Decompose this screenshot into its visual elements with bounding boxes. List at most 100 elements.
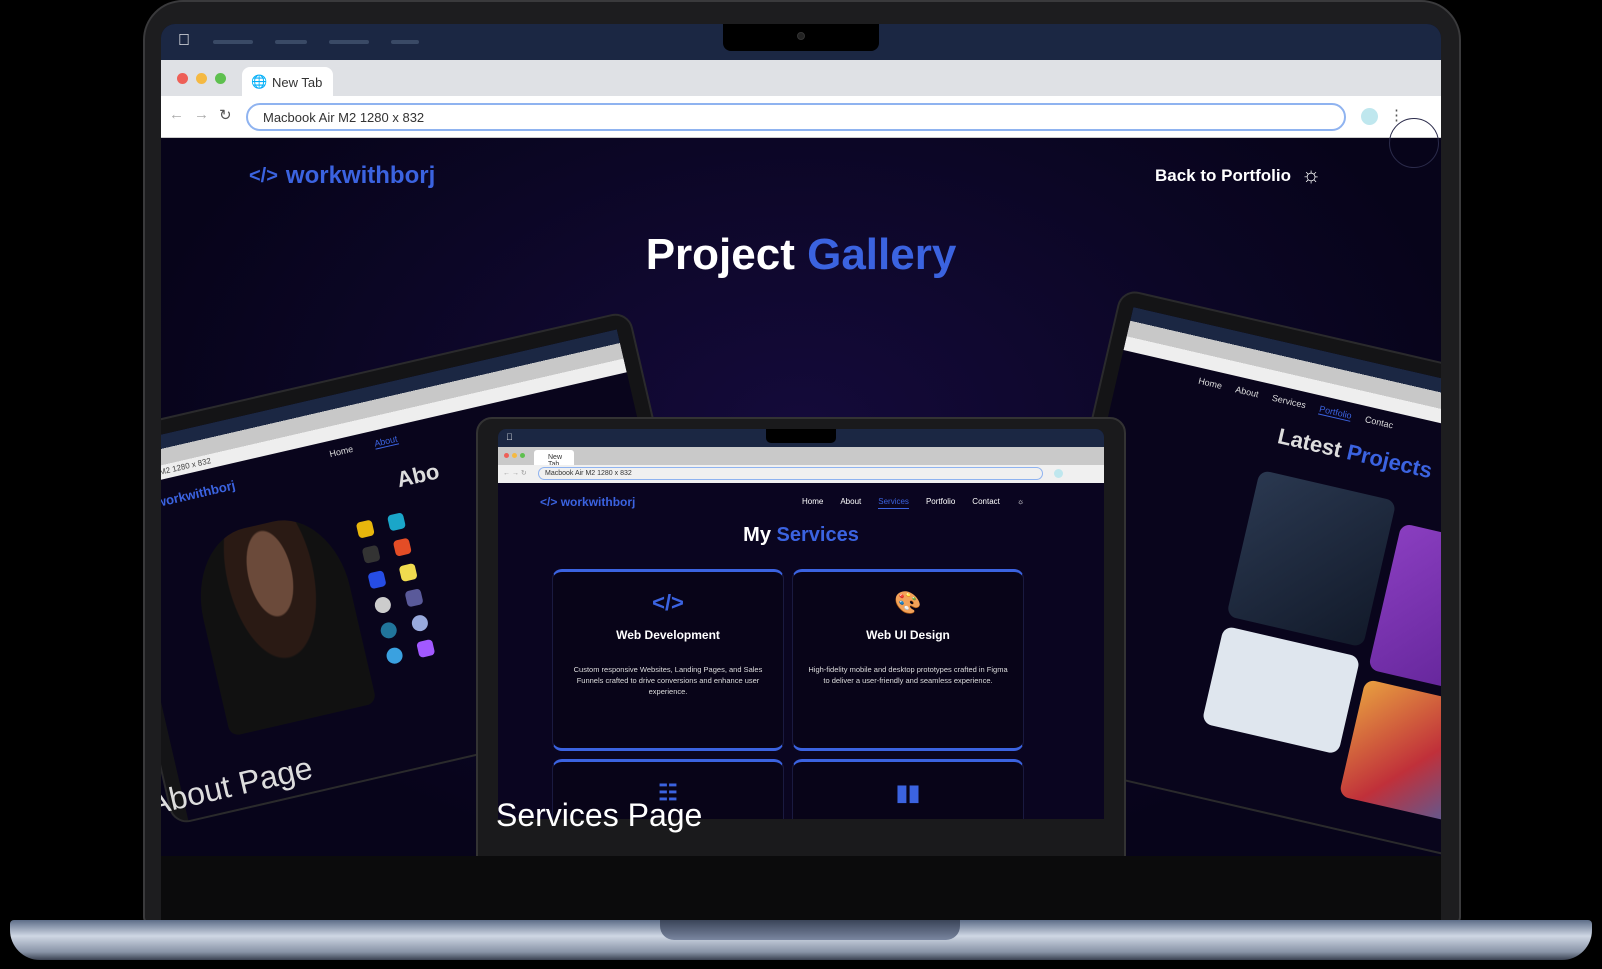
profile-avatar[interactable] [1361,108,1378,125]
page-title: Project Gallery [161,230,1441,280]
code-icon: </> [652,590,684,615]
sun-icon[interactable]: ☼ [1301,162,1321,188]
profile-avatar [1054,469,1063,478]
camera-icon [797,32,805,40]
figma-icon [416,638,436,659]
sun-icon: ☼ [1016,497,1025,506]
html5-icon [392,537,412,557]
javascript-icon [398,562,418,583]
mockup-menubar:  [498,429,1104,447]
mysql-icon [361,544,381,564]
bar-chart-icon: ▮▮ [895,780,921,805]
apple-logo-icon:  [178,32,190,50]
title-white: Project [645,230,795,279]
laptop-screen:  🌐 New Tab ← → ↻ Macbook Air M2 1280 x … [161,24,1441,856]
service-card-web-ui-design: 🎨 Web UI Design High-fidelity mobile and… [792,569,1024,751]
minimize-window-button[interactable] [196,73,207,84]
mockup-address-row: ← → ↻ Macbook Air M2 1280 x 832 [498,465,1104,483]
mockup-nav-item: Home [328,443,355,460]
palette-icon: 🎨 [894,590,922,615]
service-card-partial: ▮▮ [792,759,1024,819]
mockup-tab: New Tab [534,450,574,468]
card-description: High-fidelity mobile and desktop prototy… [808,665,1008,685]
maximize-dot [520,453,525,458]
mockup-logo: workwithborj [161,477,237,511]
mockup-nav-item-active: Portfolio [1318,403,1353,422]
card-title: Web UI Design [866,628,950,642]
camera-notch [723,24,879,51]
php-icon [404,588,424,608]
project-thumbnail[interactable] [1338,678,1441,832]
apple-logo-icon:  [506,432,513,442]
address-row: ← → ↻ Macbook Air M2 1280 x 832 ⋮ [161,96,1441,138]
portrait-photo [185,508,377,737]
site-logo[interactable]: </> workwithborj [249,162,435,190]
menu-placeholder [275,40,307,44]
menu-placeholder [391,40,419,44]
menu-placeholder [329,40,369,44]
tech-icons [355,511,441,666]
sql-icon [386,512,407,532]
nodejs-icon [373,595,393,615]
heading-white: Latest [1275,423,1345,463]
powerbi-icon [355,519,375,539]
mockup-nav-contact: Contact [972,497,1000,506]
service-card-web-development: </> Web Development Custom responsive We… [552,569,784,751]
mockup-heading: Abo [394,458,442,493]
mockup-logo-text: workwithborj [560,495,636,509]
project-thumbnail[interactable] [1201,625,1361,755]
wordpress-icon [379,620,399,640]
services-page-label: Services Page [496,797,703,833]
address-bar[interactable]: Macbook Air M2 1280 x 832 [246,103,1346,131]
mockup-nav-about: About [840,497,862,506]
mockup-screen:  New Tab ← → ↻ Macbook Air M2 1280 x 83… [498,429,1104,819]
back-to-portfolio-link[interactable]: Back to Portfolio [1155,166,1291,186]
tab-new-tab[interactable]: 🌐 New Tab [242,67,333,96]
mockup-nav-item: About [1234,384,1260,400]
chart-icon [410,613,430,633]
logo-icon: </> [249,164,278,187]
laptop-bezel-bottom [161,856,1441,920]
close-dot [504,453,509,458]
minimize-dot [512,453,517,458]
heading-white: My [743,524,771,546]
mockup-heading: Latest Projects [1275,423,1435,484]
close-window-button[interactable] [177,73,188,84]
laptop-base [10,920,1592,960]
services-page-mockup[interactable]:  New Tab ← → ↻ Macbook Air M2 1280 x 83… [476,417,1126,856]
globe-icon: 🌐 [251,74,268,89]
camera-notch [766,429,836,443]
maximize-window-button[interactable] [215,73,226,84]
card-title: Web Development [616,628,720,642]
mockup-tab-bar: New Tab [498,447,1104,468]
back-icon[interactable]: ← [169,106,184,123]
project-thumbnail[interactable] [1226,469,1397,648]
mockup-heading: My Services [498,524,1104,547]
mockup-nav-portfolio: Portfolio [925,497,956,506]
web-page: </> workwithborj Back to Portfolio ☼ Pro… [161,118,1441,856]
url-text: Macbook Air M2 1280 x 832 [263,110,425,125]
mockup-nav-item: Home [1197,375,1224,391]
heading-accent: Services [776,524,859,546]
mockup-nav-item-active: About [373,433,399,450]
title-accent: Gallery [807,230,957,279]
nav-arrows-icon: ← → ↻ [503,470,527,477]
mockup-nav-home: Home [802,497,824,506]
decorative-circle [1389,118,1439,168]
mockup-nav-item: Services [1270,392,1307,411]
css3-icon [367,570,387,590]
tab-bar: 🌐 New Tab [161,60,1441,96]
base-opening [660,920,960,940]
forward-icon[interactable]: → [194,106,209,123]
mockup-nav-services: Services [878,497,909,509]
menu-placeholder [213,40,253,44]
s-icon [384,646,405,666]
tab-title: New Tab [272,75,323,90]
logo-text: workwithborj [285,162,436,189]
mockup-nav-item: Contac [1364,414,1395,431]
card-description: Custom responsive Websites, Landing Page… [573,665,763,696]
reload-icon[interactable]: ↻ [219,106,232,124]
mockup-logo: </> workwithborj [540,495,636,509]
mockup-navbar: </> workwithborj Home About Services Por… [498,483,1104,521]
heading-accent: Projects [1344,439,1435,484]
